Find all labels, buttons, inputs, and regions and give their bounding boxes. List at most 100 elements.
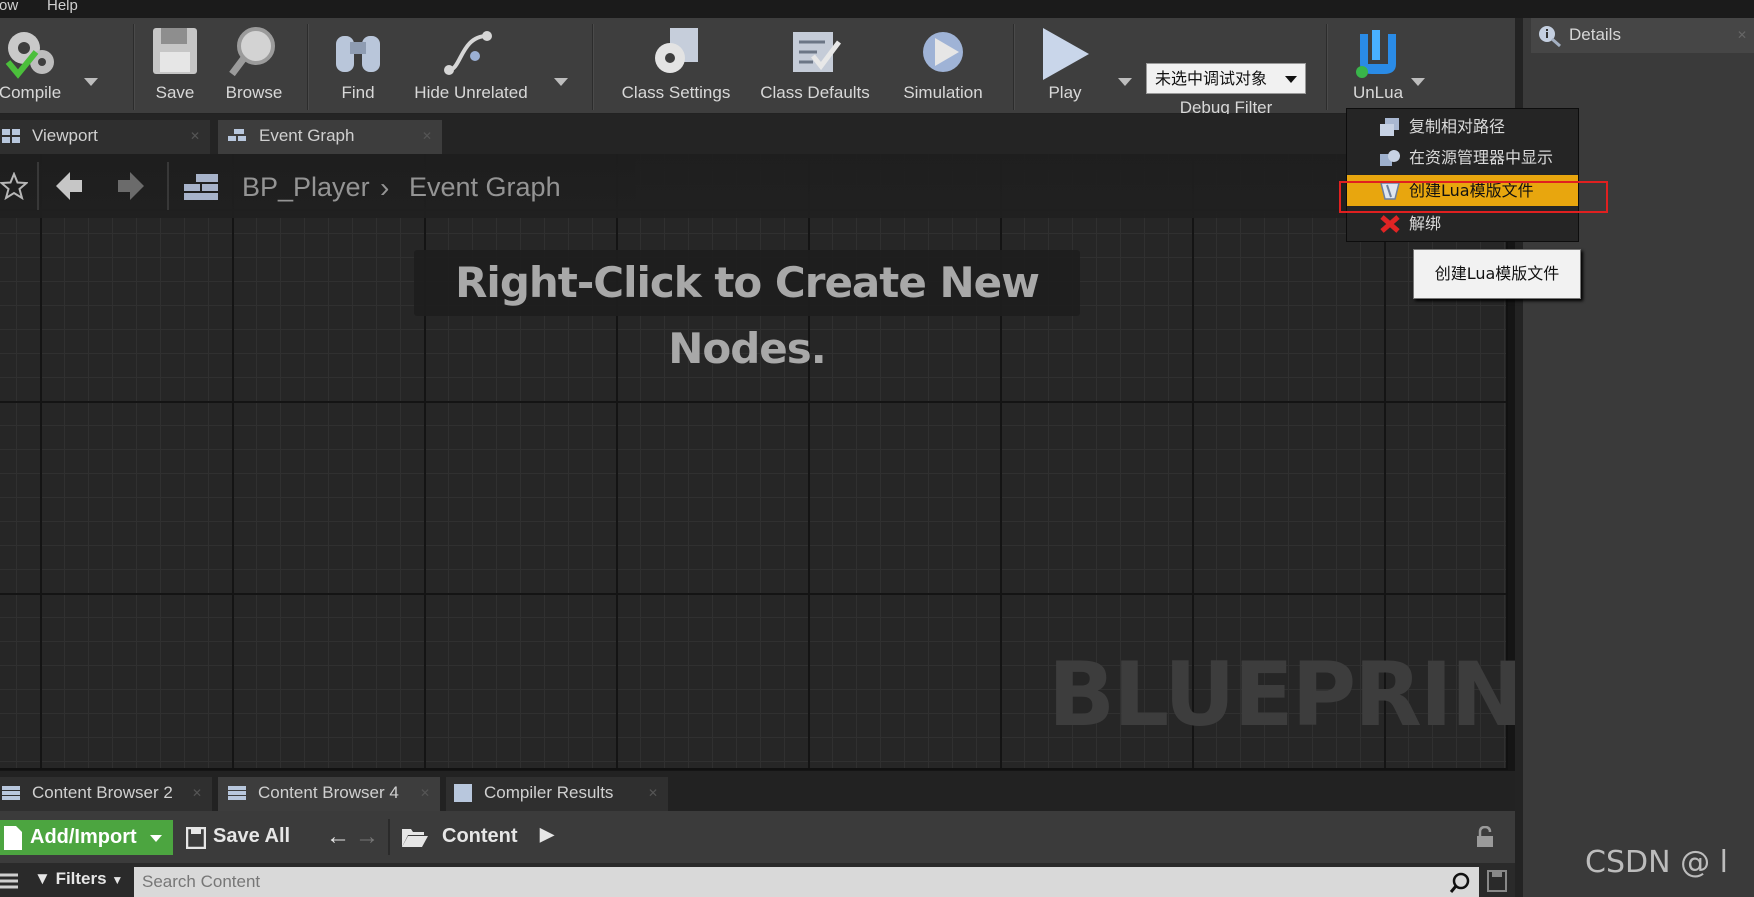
menu-help[interactable]: Help: [47, 0, 78, 14]
simulation-button[interactable]: Simulation: [890, 18, 996, 114]
back-arrow-icon[interactable]: [54, 170, 84, 202]
debug-select-value: 未选中调试对象: [1155, 69, 1268, 88]
tab-event-graph-label: Event Graph: [259, 126, 355, 145]
hide-unrelated-button[interactable]: Hide Unrelated: [406, 18, 536, 114]
compile-button[interactable]: Compile: [0, 18, 70, 114]
hide-unrelated-chevron-icon[interactable]: [554, 78, 568, 86]
menu-item-copy-relative-path[interactable]: 复制相对路径: [1347, 111, 1578, 142]
back-arrow-icon[interactable]: ←: [326, 823, 350, 851]
class-defaults-label: Class Defaults: [760, 83, 870, 102]
favorite-star-icon[interactable]: [0, 172, 28, 200]
folder-open-icon: [402, 829, 428, 847]
copy-path-icon: [1380, 118, 1399, 136]
floppy-disk-icon: [153, 28, 197, 74]
close-icon[interactable]: ✕: [420, 777, 430, 809]
unlua-button[interactable]: UnLua: [1340, 18, 1416, 114]
browse-button[interactable]: Browse: [218, 18, 290, 114]
close-icon[interactable]: ✕: [1737, 18, 1747, 52]
compile-gear-icon: [5, 32, 54, 79]
save-label: Save: [155, 83, 195, 102]
menu-item-show-in-explorer[interactable]: 在资源管理器中显示: [1347, 142, 1578, 173]
toolbar-divider: [133, 24, 135, 110]
graph-type-icon: [184, 174, 218, 200]
bottom-tab-bar: Content Browser 2 ✕ Content Browser 4 ✕ …: [0, 771, 1515, 811]
lock-icon[interactable]: [1475, 826, 1495, 848]
add-import-button[interactable]: Add/Import: [0, 820, 173, 855]
nav-divider: [167, 162, 169, 210]
toolbar-divider: [307, 24, 309, 110]
save-button[interactable]: Save: [142, 18, 208, 114]
graph-navigation-bar: BP_Player › Event Graph: [0, 154, 1508, 218]
find-button[interactable]: Find: [322, 18, 394, 114]
tab-label: Content Browser 2: [32, 783, 173, 802]
filters-button[interactable]: ▼ Filters ▼: [34, 869, 123, 889]
blueprint-watermark: BLUEPRINT: [1048, 643, 1582, 746]
debug-object-select[interactable]: 未选中调试对象: [1146, 63, 1306, 94]
hide-unrelated-node-icon: [444, 31, 492, 75]
search-placeholder: Search Content: [142, 872, 261, 891]
menu-item-label: 复制相对路径: [1409, 117, 1506, 136]
unlua-logo-icon: [1356, 30, 1396, 78]
class-settings-label: Class Settings: [621, 83, 731, 102]
simulation-icon: [923, 32, 963, 72]
close-icon[interactable]: ✕: [192, 777, 202, 809]
search-icon[interactable]: [1449, 872, 1471, 894]
toolbar-divider: [1326, 24, 1328, 110]
binoculars-icon: [336, 36, 380, 72]
save-search-icon[interactable]: [1487, 870, 1507, 892]
menu-item-label: 在资源管理器中显示: [1409, 148, 1554, 167]
simulation-label: Simulation: [903, 83, 983, 102]
content-browser-tab-icon: [2, 786, 20, 801]
path-chevron-right-icon[interactable]: ▶: [540, 824, 554, 845]
class-settings-button[interactable]: Class Settings: [615, 18, 737, 114]
class-defaults-button[interactable]: Class Defaults: [755, 18, 875, 114]
csdn-watermark: CSDN @ l: [1585, 845, 1728, 880]
content-path-crumb[interactable]: Content: [442, 825, 518, 848]
menu-window[interactable]: ow: [0, 0, 18, 14]
breadcrumb-root[interactable]: BP_Player: [242, 172, 370, 203]
content-browser-toolbar: Add/Import Save All ← → Content ▶: [0, 811, 1515, 863]
sources-list-icon[interactable]: [0, 873, 20, 891]
toolbar-divider: [388, 819, 390, 855]
graph-hint-text: Right-Click to Create New Nodes.: [414, 250, 1080, 373]
menu-tooltip: 创建Lua模版文件: [1413, 249, 1581, 299]
forward-arrow-icon[interactable]: →: [355, 823, 379, 851]
editor-tab-bar: Viewport ✕ Event Graph ✕: [0, 114, 1515, 154]
compiler-results-icon: [454, 784, 472, 802]
play-options-chevron-icon[interactable]: [1118, 78, 1132, 86]
toolbar-divider: [1013, 24, 1015, 110]
tab-compiler-results[interactable]: Compiler Results ✕: [446, 777, 668, 811]
class-defaults-checklist-icon: [793, 32, 841, 72]
tab-content-browser-2[interactable]: Content Browser 2 ✕: [0, 777, 212, 811]
class-settings-gear-icon: [655, 28, 698, 73]
viewport-tab-icon: [2, 129, 20, 144]
filters-label: Filters: [55, 869, 107, 888]
search-content-input[interactable]: Search Content: [134, 867, 1479, 897]
close-icon[interactable]: ✕: [190, 120, 200, 152]
tab-viewport[interactable]: Viewport ✕: [0, 120, 210, 154]
nav-divider: [37, 162, 39, 210]
close-icon[interactable]: ✕: [422, 120, 432, 152]
unlua-options-chevron-icon[interactable]: [1411, 78, 1425, 86]
new-file-icon: [4, 826, 22, 850]
tab-label: Content Browser 4: [258, 783, 399, 802]
tab-event-graph[interactable]: Event Graph ✕: [218, 120, 442, 154]
compile-label: Compile: [0, 83, 62, 102]
find-label: Find: [341, 83, 375, 102]
filter-funnel-icon: ▼: [34, 869, 51, 888]
save-all-floppy-icon: [186, 827, 206, 849]
hide-unrelated-label: Hide Unrelated: [414, 83, 528, 102]
play-button[interactable]: Play: [1025, 18, 1105, 114]
debug-select-chevron-icon: [1285, 76, 1297, 83]
unlua-label: UnLua: [1352, 83, 1404, 102]
forward-arrow-icon[interactable]: [116, 170, 146, 202]
save-all-button[interactable]: Save All: [213, 825, 290, 848]
compile-options-chevron-icon[interactable]: [84, 78, 98, 86]
event-graph-canvas[interactable]: BP_Player › Event Graph BLUEPRINT: [0, 154, 1582, 770]
content-browser-filter-bar: ▼ Filters ▼ Search Content: [0, 863, 1515, 897]
tab-content-browser-4[interactable]: Content Browser 4 ✕: [218, 777, 440, 811]
close-icon[interactable]: ✕: [648, 777, 658, 809]
highlight-annotation-box: [1339, 181, 1608, 213]
breadcrumb-leaf: Event Graph: [409, 172, 561, 202]
tab-details[interactable]: Details ✕: [1531, 18, 1754, 53]
